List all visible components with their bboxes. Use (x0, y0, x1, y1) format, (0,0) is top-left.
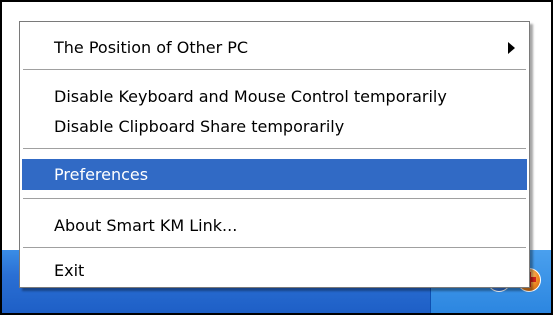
menu-item-position-of-other-pc[interactable]: The Position of Other PC (22, 32, 527, 63)
menu-item-preferences[interactable]: Preferences (22, 159, 527, 190)
menu-item-disable-clipboard[interactable]: Disable Clipboard Share temporarily (22, 111, 527, 142)
submenu-arrow-icon (508, 42, 515, 54)
menu-item-label: About Smart KM Link... (54, 216, 238, 235)
menu-item-label: Disable Keyboard and Mouse Control tempo… (54, 87, 447, 106)
menu-item-disable-kb-mouse[interactable]: Disable Keyboard and Mouse Control tempo… (22, 81, 527, 112)
menu-item-about[interactable]: About Smart KM Link... (22, 210, 527, 241)
menu-item-exit[interactable]: Exit (22, 255, 527, 286)
menu-item-label: Disable Clipboard Share temporarily (54, 117, 345, 136)
menu-item-label: Exit (54, 261, 85, 280)
menu-item-label: The Position of Other PC (54, 38, 249, 57)
menu-separator (23, 198, 526, 200)
menu-separator (23, 148, 526, 150)
context-menu: The Position of Other PC Disable Keyboar… (19, 21, 530, 288)
menu-separator (23, 69, 526, 71)
menu-separator (23, 247, 526, 249)
menu-item-label: Preferences (54, 165, 149, 184)
screenshot-frame: The Position of Other PC Disable Keyboar… (0, 0, 553, 315)
